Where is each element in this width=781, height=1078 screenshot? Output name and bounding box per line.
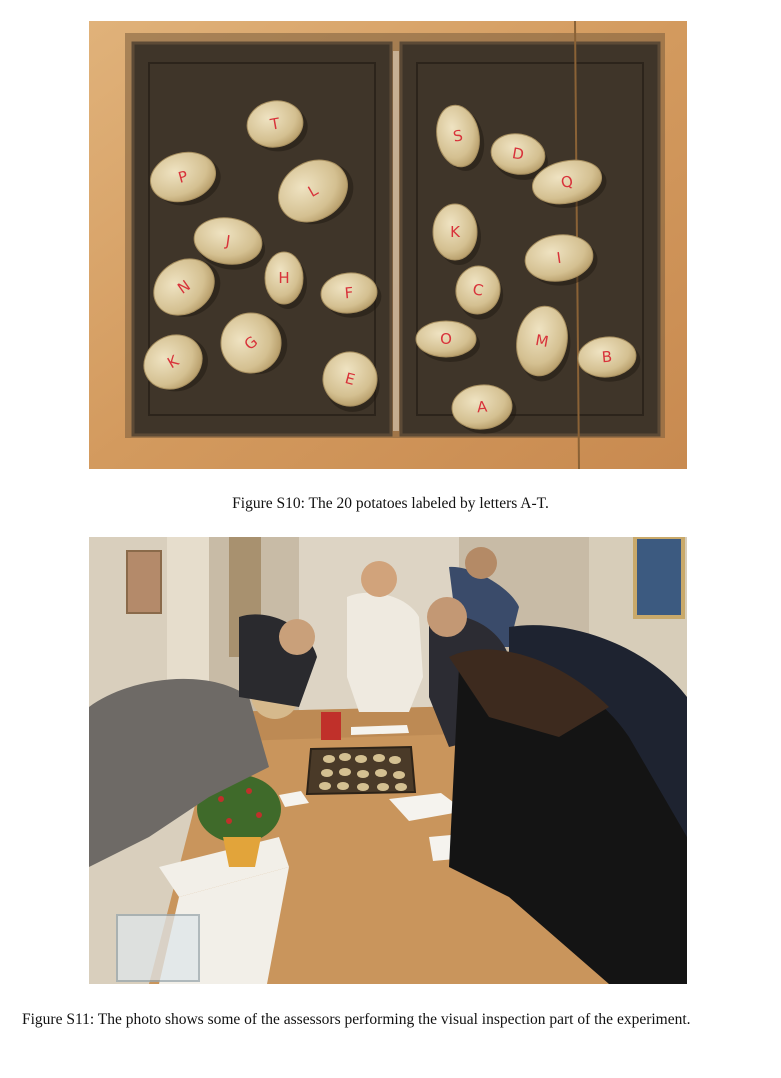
person-head bbox=[465, 547, 497, 579]
figure-s10-caption: Figure S10: The 20 potatoes labeled by l… bbox=[232, 495, 549, 512]
person-white-shirt bbox=[347, 592, 423, 712]
assessors-illustration bbox=[89, 537, 687, 984]
plant-pot bbox=[223, 837, 261, 867]
wall-painting-left bbox=[126, 550, 162, 614]
person-head bbox=[427, 597, 467, 637]
measuring-jug bbox=[116, 914, 200, 982]
plastic-glare bbox=[393, 51, 399, 431]
figure-s11-caption: Figure S11: The photo shows some of the … bbox=[22, 1011, 691, 1028]
potato-label: K bbox=[450, 223, 461, 241]
figure-s11-photo bbox=[89, 537, 687, 984]
person-head bbox=[361, 561, 397, 597]
potato-label: B bbox=[601, 348, 613, 367]
potato-label: O bbox=[440, 330, 452, 348]
wall-painting-right bbox=[633, 537, 685, 619]
red-cup bbox=[321, 712, 341, 740]
figure-s10-photo: TPLJHNFGKESDQKICOMBA bbox=[89, 21, 687, 469]
person-head bbox=[279, 619, 315, 655]
potato-label: H bbox=[278, 269, 289, 287]
potato-label: F bbox=[344, 284, 354, 303]
potato-tray-illustration: TPLJHN FGKESDQKICO MBA bbox=[89, 21, 687, 469]
